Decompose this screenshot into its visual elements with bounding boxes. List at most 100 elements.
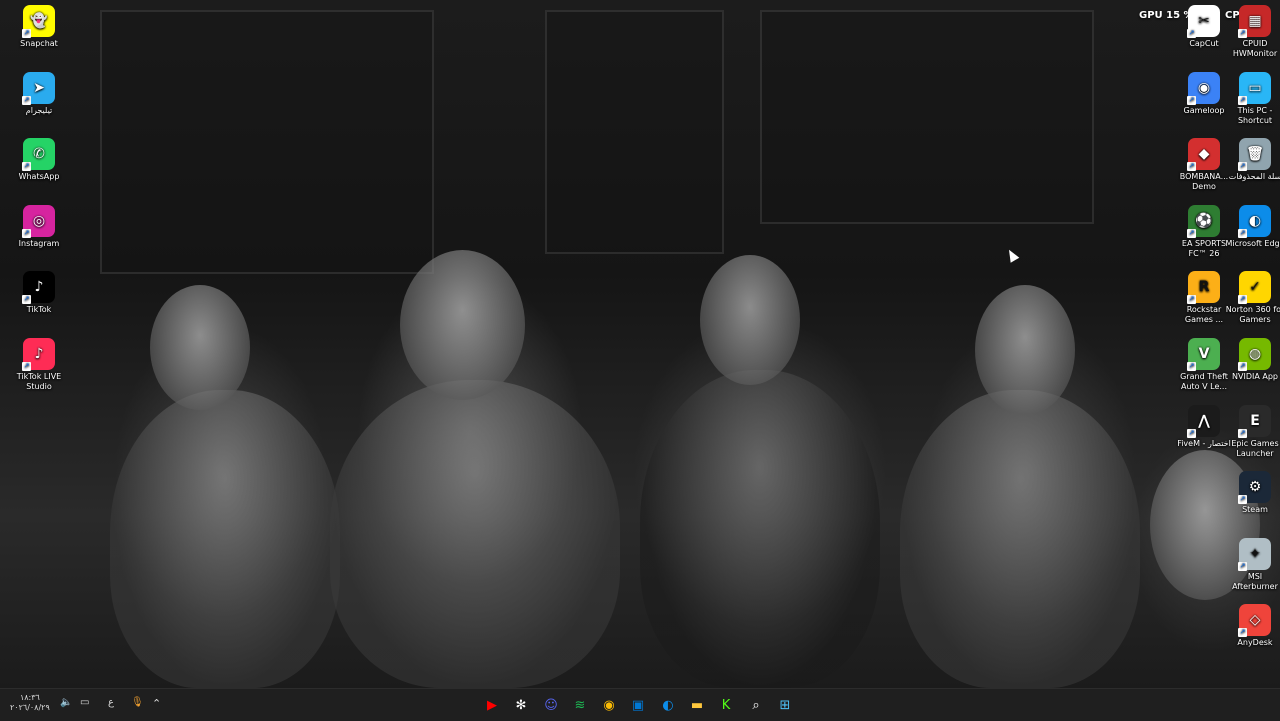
instagram-icon: ◎ ↗ xyxy=(22,204,55,238)
shortcut-arrow-icon: ↗ xyxy=(1187,295,1196,305)
taskbar-youtube-icon[interactable]: ▶ xyxy=(481,694,503,716)
taskbar-discord-icon[interactable]: ☺ xyxy=(540,694,562,716)
taskbar-start-icon[interactable]: ⊞ xyxy=(774,694,796,716)
desktop-shortcut-label: Microsoft Edge xyxy=(1225,238,1280,248)
shortcut-arrow-icon: ↗ xyxy=(1238,428,1247,438)
shortcut-arrow-icon: ↗ xyxy=(1238,29,1247,38)
this-pc-icon: ▭ ↗ xyxy=(1238,71,1271,105)
tray-clock-time: ١٨:٣٦ xyxy=(19,693,40,702)
edge-icon: ◐ ↗ xyxy=(1238,204,1271,238)
taskbar-kick-icon[interactable]: K xyxy=(715,694,737,716)
telegram-icon: ➤ ↗ xyxy=(22,71,55,105)
epic-games-icon: E ↗ xyxy=(1238,404,1271,438)
wallpaper-face xyxy=(150,285,250,410)
gta-v-icon: V ↗ xyxy=(1187,338,1220,371)
shortcut-arrow-icon: ↗ xyxy=(1187,162,1196,172)
wallpaper-person xyxy=(110,390,340,688)
tray-chevron-up-icon[interactable]: ⌃ xyxy=(152,697,161,710)
capcut-icon: ✂ ↗ xyxy=(1187,5,1220,38)
wallpaper-face xyxy=(975,285,1075,415)
wallpaper-person xyxy=(330,380,620,688)
shortcut-arrow-icon: ↗ xyxy=(1238,561,1247,571)
taskbar-search-icon[interactable]: ⌕ xyxy=(745,694,767,716)
wallpaper-face xyxy=(700,255,800,385)
desktop-shortcut[interactable]: ♪ ↗ TikTok LIVE Studio xyxy=(9,338,69,392)
wallpaper-person xyxy=(900,390,1140,688)
desktop-shortcut-label: Norton 360 for Gamers xyxy=(1225,305,1280,325)
shortcut-arrow-icon: ↗ xyxy=(1238,162,1247,172)
norton-icon: ✓ ↗ xyxy=(1238,271,1271,305)
tray-clock[interactable]: ١٨:٣٦ ٢٠٢٦/٠٨/٢٩ xyxy=(10,693,50,713)
desktop-shortcut-label: WhatsApp xyxy=(18,172,60,182)
shortcut-arrow-icon: ↗ xyxy=(1187,29,1196,38)
desktop-shortcut-label: TikTok LIVE Studio xyxy=(16,372,62,391)
shortcut-arrow-icon: ↗ xyxy=(22,95,31,105)
desktop-shortcut[interactable]: 🗑 ↗ سلة المحذوفات xyxy=(1225,138,1280,182)
snapchat-icon: 👻 ↗ xyxy=(22,5,55,38)
desktop-shortcut-label: This PC - Shortcut xyxy=(1237,105,1273,125)
steam-icon: ⚙ ↗ xyxy=(1238,471,1271,505)
tray-network-icon[interactable]: ▭ xyxy=(80,697,89,708)
nvidia-icon: ◍ ↗ xyxy=(1238,338,1271,371)
desktop-shortcut[interactable]: ◐ ↗ Microsoft Edge xyxy=(1225,204,1280,249)
gpu-label: GPU xyxy=(1139,10,1163,21)
desktop-shortcut[interactable]: ➤ ↗ تيليجرام xyxy=(9,71,69,116)
tray-language-indicator[interactable]: ع xyxy=(108,697,114,708)
shortcut-arrow-icon: ↗ xyxy=(1187,428,1196,438)
tray-microphone-icon[interactable]: 🎙 xyxy=(131,697,144,708)
desktop-shortcut-label: سلة المحذوفات xyxy=(1228,172,1280,182)
shortcut-arrow-icon: ↗ xyxy=(1238,495,1247,505)
desktop-shortcut[interactable]: ◎ ↗ Instagram xyxy=(9,204,69,249)
tray-volume-icon[interactable]: 🔈 xyxy=(60,697,72,708)
anydesk-icon: ◇ ↗ xyxy=(1238,604,1271,638)
shortcut-arrow-icon: ↗ xyxy=(1187,362,1196,371)
hwmonitor-icon: ▦ ↗ xyxy=(1238,5,1271,38)
wallpaper-wood-panel xyxy=(100,10,434,274)
gameloop-icon: ◉ ↗ xyxy=(1187,71,1220,105)
taskbar-microsoft-store-icon[interactable]: ▣ xyxy=(627,694,649,716)
shortcut-arrow-icon: ↗ xyxy=(22,228,31,238)
taskbar-edge-icon[interactable]: ◐ xyxy=(657,694,679,716)
rockstar-games-icon: R ↗ xyxy=(1187,271,1220,305)
desktop-shortcut-label: تيليجرام xyxy=(25,105,53,115)
shortcut-arrow-icon: ↗ xyxy=(1238,95,1247,105)
taskbar-chrome-icon[interactable]: ◉ xyxy=(598,694,620,716)
shortcut-arrow-icon: ↗ xyxy=(1238,295,1247,305)
taskbar-chatgpt-icon[interactable]: ✻ xyxy=(510,694,532,716)
desktop-shortcut[interactable]: ⚙ ↗ Steam xyxy=(1225,471,1280,515)
desktop-shortcut-label: AnyDesk xyxy=(1237,638,1273,648)
desktop-shortcut[interactable]: ♪ ↗ TikTok xyxy=(9,271,69,315)
desktop-shortcut[interactable]: 👻 ↗ Snapchat xyxy=(9,5,69,49)
shortcut-arrow-icon: ↗ xyxy=(22,362,31,371)
desktop-wallpaper xyxy=(0,0,1280,688)
taskbar-file-explorer-icon[interactable]: ▬ xyxy=(686,694,708,716)
fivem-icon: ⋀ ↗ xyxy=(1187,404,1220,438)
desktop-shortcut[interactable]: ◇ ↗ AnyDesk xyxy=(1225,604,1280,648)
desktop-shortcut[interactable]: ✆ ↗ WhatsApp xyxy=(9,138,69,182)
shortcut-arrow-icon: ↗ xyxy=(22,162,31,172)
whatsapp-icon: ✆ ↗ xyxy=(22,138,55,172)
wallpaper-wood-panel xyxy=(545,10,724,254)
recycle-bin-icon: 🗑 ↗ xyxy=(1238,138,1271,172)
desktop-shortcut-label: Instagram xyxy=(18,238,60,248)
tray-clock-date: ٢٠٢٦/٠٨/٢٩ xyxy=(10,703,50,712)
shortcut-arrow-icon: ↗ xyxy=(22,295,31,305)
desktop-shortcut[interactable]: ▭ ↗ This PC - Shortcut xyxy=(1225,71,1280,126)
taskbar-spotify-icon[interactable]: ≋ xyxy=(569,694,591,716)
desktop-shortcut[interactable]: ✓ ↗ Norton 360 for Gamers xyxy=(1225,271,1280,325)
msi-afterburner-icon: ✦ ↗ xyxy=(1238,537,1271,571)
desktop-shortcut[interactable]: ◍ ↗ NVIDIA App xyxy=(1225,338,1280,382)
desktop-shortcut-label: NVIDIA App xyxy=(1232,372,1278,381)
desktop-shortcut[interactable]: ✦ ↗ MSI Afterburner xyxy=(1225,537,1280,592)
shortcut-arrow-icon: ↗ xyxy=(1187,95,1196,105)
tiktok-live-studio-icon: ♪ ↗ xyxy=(22,338,55,371)
desktop-shortcut[interactable]: E ↗ Epic Games Launcher xyxy=(1225,404,1280,459)
desktop-shortcut-label: Snapchat xyxy=(20,39,58,48)
shortcut-arrow-icon: ↗ xyxy=(1238,628,1247,638)
wallpaper-wood-panel xyxy=(760,10,1094,224)
wallpaper-person xyxy=(640,370,880,688)
desktop-shortcut-label: TikTok xyxy=(26,305,52,315)
desktop-shortcut[interactable]: ▦ ↗ CPUID HWMonitor xyxy=(1225,5,1280,59)
desktop-shortcut-label: CPUID HWMonitor xyxy=(1232,39,1278,58)
shortcut-arrow-icon: ↗ xyxy=(22,29,31,38)
